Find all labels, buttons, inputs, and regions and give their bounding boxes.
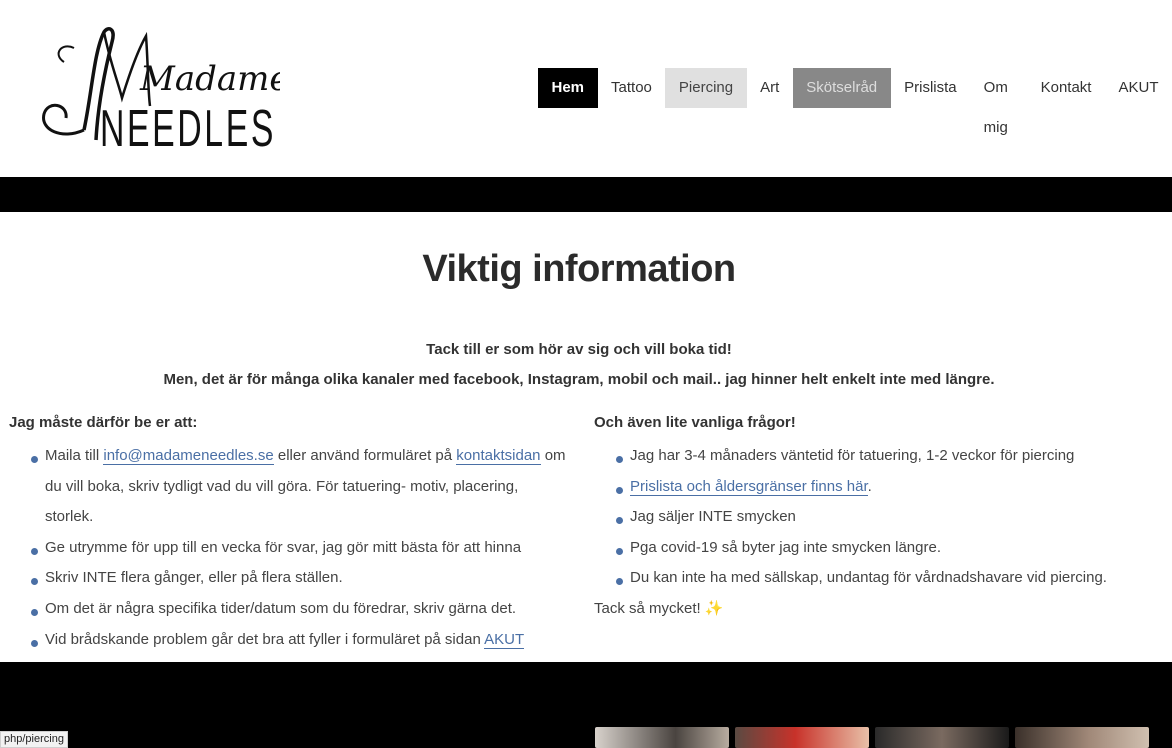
booking-rules-column: Jag måste därför be er att: Maila till i… xyxy=(9,411,569,655)
contact-page-link[interactable]: kontaktsidan xyxy=(456,447,541,465)
list-item: Du kan inte ha med sällskap, undantag fö… xyxy=(614,563,1154,594)
nav-item-prislista[interactable]: Prislista xyxy=(891,68,971,108)
list-item-text: eller använd formuläret på xyxy=(273,447,457,464)
image-gallery xyxy=(595,727,1149,748)
nav-item-skotselrad[interactable]: Skötselråd xyxy=(792,68,891,108)
list-item-text: . xyxy=(867,477,872,495)
header-divider-band xyxy=(0,177,1172,212)
gallery-thumbnail[interactable] xyxy=(1015,727,1149,748)
logo-needles-text: NEEDLES xyxy=(100,100,276,152)
madame-needles-logo[interactable]: Madame NEEDLES xyxy=(22,22,289,158)
intro-text: Tack till er som hör av sig och vill bok… xyxy=(0,335,1158,395)
nav-item-hem[interactable]: Hem xyxy=(538,68,598,108)
gallery-thumbnail[interactable] xyxy=(875,727,1009,748)
list-item: Skriv INTE flera gånger, eller på flera … xyxy=(29,563,569,594)
list-item: Jag säljer INTE smycken xyxy=(614,502,1154,533)
sparkle-icon: ✨ xyxy=(704,599,724,617)
faq-heading: Och även lite vanliga frågor! xyxy=(594,414,796,431)
main-content: Viktig information Tack till er som hör … xyxy=(0,212,1172,662)
page-title: Viktig information xyxy=(422,248,736,290)
list-item: Ge utrymme för upp till en vecka för sva… xyxy=(29,533,569,564)
intro-line-1: Tack till er som hör av sig och vill bok… xyxy=(426,341,732,358)
faq-list: Jag har 3-4 månaders väntetid för tatuer… xyxy=(594,441,1154,594)
booking-rules-list: Maila till info@madameneedles.se eller a… xyxy=(9,441,569,655)
nav-item-kontakt[interactable]: Kontakt xyxy=(1027,68,1105,108)
price-list-link[interactable]: Prislista och åldersgränser finns här xyxy=(630,477,868,496)
intro-line-2: Men, det är för många olika kanaler med … xyxy=(163,371,995,388)
faq-column: Och även lite vanliga frågor! Jag har 3-… xyxy=(594,411,1154,625)
logo-madame-text: Madame xyxy=(139,59,280,99)
thanks-text: Tack så mycket! ✨ xyxy=(594,594,1154,625)
list-item: Prislista och åldersgränser finns här. xyxy=(614,472,1154,503)
logo-graphic: Madame NEEDLES xyxy=(42,27,289,158)
list-item: Jag har 3-4 månaders väntetid för tatuer… xyxy=(614,441,1154,472)
list-item-text: Maila till xyxy=(45,447,104,464)
gallery-thumbnail[interactable] xyxy=(735,727,869,748)
main-nav: Hem Tattoo Piercing Art Skötselråd Prisl… xyxy=(538,68,1172,136)
gallery-thumbnail[interactable] xyxy=(595,727,729,748)
email-link[interactable]: info@madameneedles.se xyxy=(103,447,274,465)
list-item: Pga covid-19 så byter jag inte smycken l… xyxy=(614,533,1154,564)
nav-item-akut[interactable]: AKUT xyxy=(1105,68,1172,108)
list-item-text: Vid brådskande problem går det bra att f… xyxy=(45,630,485,648)
nav-item-piercing[interactable]: Piercing xyxy=(665,68,747,108)
nav-item-om-mig[interactable]: Om mig xyxy=(970,68,1027,136)
list-item: Om det är några specifika tider/datum so… xyxy=(29,594,569,625)
thanks-label: Tack så mycket! xyxy=(594,599,701,617)
site-header: Madame NEEDLES Hem Tattoo Piercing Art S… xyxy=(0,0,1172,177)
list-item: Maila till info@madameneedles.se eller a… xyxy=(29,441,569,533)
akut-page-link[interactable]: AKUT xyxy=(484,630,525,649)
booking-rules-heading: Jag måste därför be er att: xyxy=(9,414,198,431)
list-item: Vid brådskande problem går det bra att f… xyxy=(29,625,569,656)
browser-status-url: php/piercing xyxy=(0,731,68,748)
nav-item-tattoo[interactable]: Tattoo xyxy=(598,68,666,108)
nav-item-art[interactable]: Art xyxy=(747,68,793,108)
